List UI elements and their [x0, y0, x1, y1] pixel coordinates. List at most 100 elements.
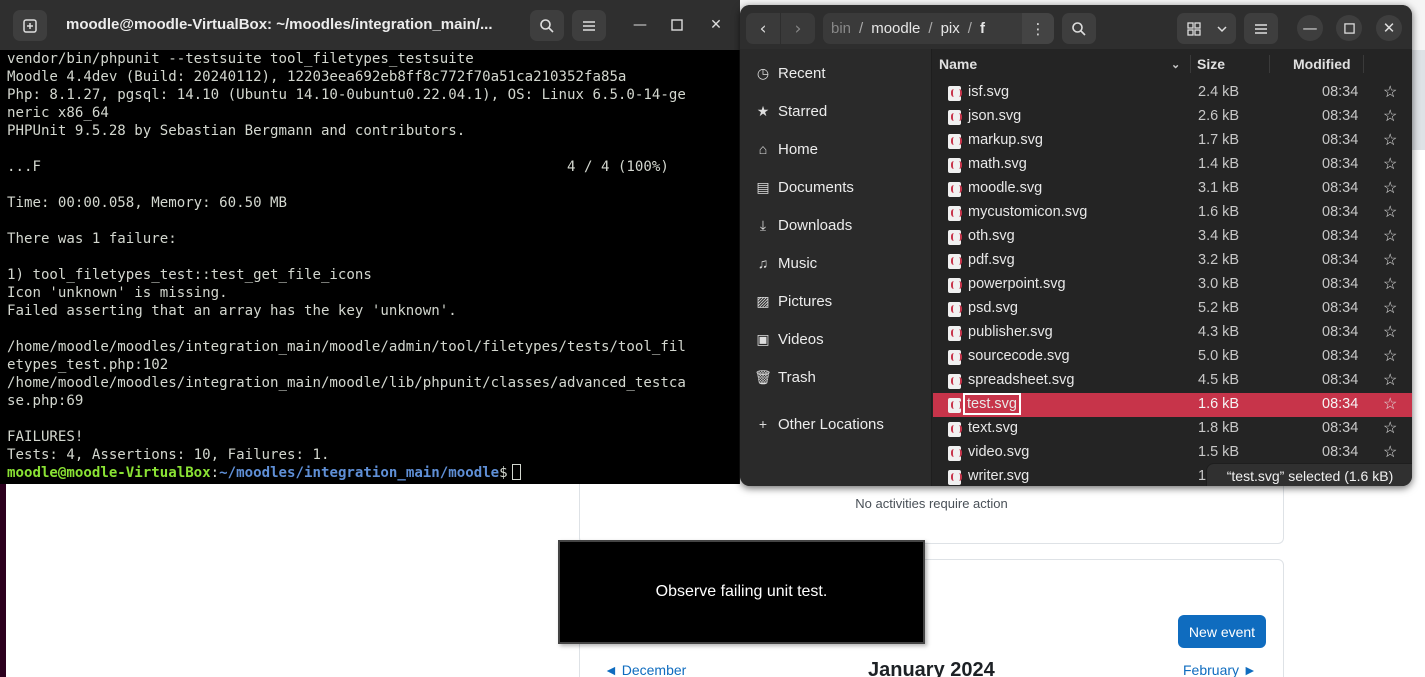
- file-search-button[interactable]: [1062, 13, 1096, 44]
- file-row[interactable]: publisher.svg 4.3 kB 08:34 ☆: [933, 321, 1412, 345]
- breadcrumb-bin[interactable]: bin: [823, 20, 859, 37]
- sidebar-item-documents[interactable]: ▤ Documents: [740, 169, 932, 205]
- sidebar-item-music[interactable]: ♫ Music: [740, 245, 932, 281]
- chevron-down-icon: [1217, 25, 1227, 32]
- star-toggle-icon[interactable]: ☆: [1383, 154, 1397, 174]
- file-row[interactable]: text.svg 1.8 kB 08:34 ☆: [933, 417, 1412, 441]
- path-menu-button[interactable]: ⋮: [1022, 13, 1054, 44]
- forward-button[interactable]: ›: [781, 13, 815, 44]
- breadcrumb-pix[interactable]: pix: [933, 20, 968, 37]
- breadcrumb-moodle[interactable]: moodle: [863, 20, 928, 37]
- sidebar-item-other-locations[interactable]: + Other Locations: [740, 406, 932, 442]
- star-toggle-icon[interactable]: ☆: [1383, 226, 1397, 246]
- column-size-header[interactable]: Size: [1197, 49, 1267, 79]
- terminal-menu-button[interactable]: [572, 10, 606, 41]
- browser-right-strip: [1412, 50, 1425, 150]
- prompt-symbol: $: [499, 465, 508, 481]
- file-row[interactable]: powerpoint.svg 3.0 kB 08:34 ☆: [933, 273, 1412, 297]
- sidebar-item-downloads[interactable]: ⤓ Downloads: [740, 207, 932, 243]
- file-name: text.svg: [968, 420, 1018, 436]
- sidebar-item-label: Starred: [778, 102, 828, 120]
- terminal-output-line: Tests: 4, Assertions: 10, Failures: 1.: [7, 447, 330, 463]
- file-row[interactable]: json.svg 2.6 kB 08:34 ☆: [933, 105, 1412, 129]
- file-name: moodle.svg: [968, 180, 1043, 196]
- terminal-maximize-button[interactable]: [665, 13, 689, 37]
- star-toggle-icon[interactable]: ☆: [1383, 418, 1397, 438]
- file-row[interactable]: test.svg 1.6 kB 08:34 ☆: [933, 393, 1412, 417]
- file-menu-button[interactable]: [1244, 13, 1278, 44]
- star-toggle-icon[interactable]: ☆: [1383, 130, 1397, 150]
- sidebar-item-home[interactable]: ⌂ Home: [740, 131, 932, 167]
- file-row[interactable]: mycustomicon.svg 1.6 kB 08:34 ☆: [933, 201, 1412, 225]
- file-modified: 08:34: [1322, 348, 1359, 364]
- file-size: 2.6 kB: [1198, 108, 1240, 124]
- files-close-button[interactable]: ✕: [1376, 15, 1402, 41]
- sidebar-item-label: Recent: [778, 64, 826, 82]
- terminal-close-button[interactable]: ✕: [704, 13, 728, 37]
- calendar-next-month-link[interactable]: February ►: [1183, 662, 1257, 677]
- breadcrumb-current[interactable]: f: [972, 20, 993, 37]
- file-name: oth.svg: [968, 228, 1015, 244]
- clock-icon: ◷: [756, 64, 770, 81]
- star-icon: ★: [756, 102, 770, 119]
- sort-chevron-icon: ⌄: [1171, 58, 1181, 71]
- column-modified-header[interactable]: Modified: [1293, 49, 1373, 79]
- star-toggle-icon[interactable]: ☆: [1383, 178, 1397, 198]
- file-row[interactable]: spreadsheet.svg 4.5 kB 08:34 ☆: [933, 369, 1412, 393]
- file-row[interactable]: video.svg 1.5 kB 08:34 ☆: [933, 441, 1412, 465]
- star-toggle-icon[interactable]: ☆: [1383, 394, 1397, 414]
- file-row[interactable]: sourcecode.svg 5.0 kB 08:34 ☆: [933, 345, 1412, 369]
- file-row[interactable]: math.svg 1.4 kB 08:34 ☆: [933, 153, 1412, 177]
- file-size: 3.0 kB: [1198, 276, 1240, 292]
- file-row[interactable]: markup.svg 1.7 kB 08:34 ☆: [933, 129, 1412, 153]
- terminal-output-line: /home/moodle/moodles/integration_main/mo…: [7, 375, 686, 391]
- terminal-output-line: ...F 4 / 4 (100%): [7, 159, 669, 175]
- star-toggle-icon[interactable]: ☆: [1383, 82, 1397, 102]
- view-options-button[interactable]: [1208, 13, 1236, 44]
- home-icon: ⌂: [758, 141, 768, 157]
- file-manager-window[interactable]: ‹ › bin / moodle / pix / f ⋮ — ✕ ◷ Recent…: [740, 5, 1412, 486]
- terminal-search-button[interactable]: [530, 10, 564, 41]
- sidebar-item-recent[interactable]: ◷ Recent: [740, 55, 932, 91]
- star-toggle-icon[interactable]: ☆: [1383, 250, 1397, 270]
- new-event-button[interactable]: New event: [1178, 615, 1266, 648]
- file-row[interactable]: moodle.svg 3.1 kB 08:34 ☆: [933, 177, 1412, 201]
- terminal-window[interactable]: moodle@moodle-VirtualBox: ~/moodles/inte…: [0, 0, 740, 484]
- star-toggle-icon[interactable]: ☆: [1383, 346, 1397, 366]
- calendar-prev-month-link[interactable]: ◄ December: [604, 662, 686, 677]
- star-toggle-icon[interactable]: ☆: [1383, 202, 1397, 222]
- file-list[interactable]: Name ⌄ Size Modified isf.svg 2.4 kB 08:34 ☆…: [933, 49, 1412, 486]
- sidebar-item-videos[interactable]: ▣ Videos: [740, 321, 932, 357]
- music-icon: ♫: [757, 255, 769, 271]
- file-row[interactable]: pdf.svg 3.2 kB 08:34 ☆: [933, 249, 1412, 273]
- star-toggle-icon[interactable]: ☆: [1383, 106, 1397, 126]
- column-modified-label: Modified: [1293, 56, 1351, 72]
- svg-file-icon: [948, 206, 962, 221]
- path-bar[interactable]: bin / moodle / pix / f: [823, 13, 1054, 44]
- files-minimize-button[interactable]: —: [1297, 15, 1323, 41]
- star-toggle-icon[interactable]: ☆: [1383, 322, 1397, 342]
- sidebar-item-trash[interactable]: 🗑 Trash: [740, 359, 932, 395]
- back-button[interactable]: ‹: [746, 13, 780, 44]
- view-grid-button[interactable]: [1177, 13, 1211, 44]
- star-toggle-icon[interactable]: ☆: [1383, 442, 1397, 462]
- column-name-header[interactable]: Name ⌄: [939, 49, 1189, 79]
- star-toggle-icon[interactable]: ☆: [1383, 274, 1397, 294]
- new-tab-button[interactable]: [13, 10, 47, 41]
- file-name: sourcecode.svg: [968, 348, 1070, 364]
- terminal-minimize-button[interactable]: —: [628, 13, 652, 37]
- sidebar-item-starred[interactable]: ★ Starred: [740, 93, 932, 129]
- file-name: pdf.svg: [968, 252, 1015, 268]
- terminal-output-line: Php: 8.1.27, pgsql: 14.10 (Ubuntu 14.10-…: [7, 87, 686, 103]
- star-toggle-icon[interactable]: ☆: [1383, 370, 1397, 390]
- file-row[interactable]: psd.svg 5.2 kB 08:34 ☆: [933, 297, 1412, 321]
- terminal-output[interactable]: vendor/bin/phpunit --testsuite tool_file…: [7, 50, 735, 482]
- svg-file-icon: [948, 446, 962, 461]
- file-row[interactable]: oth.svg 3.4 kB 08:34 ☆: [933, 225, 1412, 249]
- star-toggle-icon[interactable]: ☆: [1383, 298, 1397, 318]
- files-maximize-button[interactable]: [1336, 15, 1362, 41]
- file-row[interactable]: isf.svg 2.4 kB 08:34 ☆: [933, 81, 1412, 105]
- sidebar-item-pictures[interactable]: ▨ Pictures: [740, 283, 932, 319]
